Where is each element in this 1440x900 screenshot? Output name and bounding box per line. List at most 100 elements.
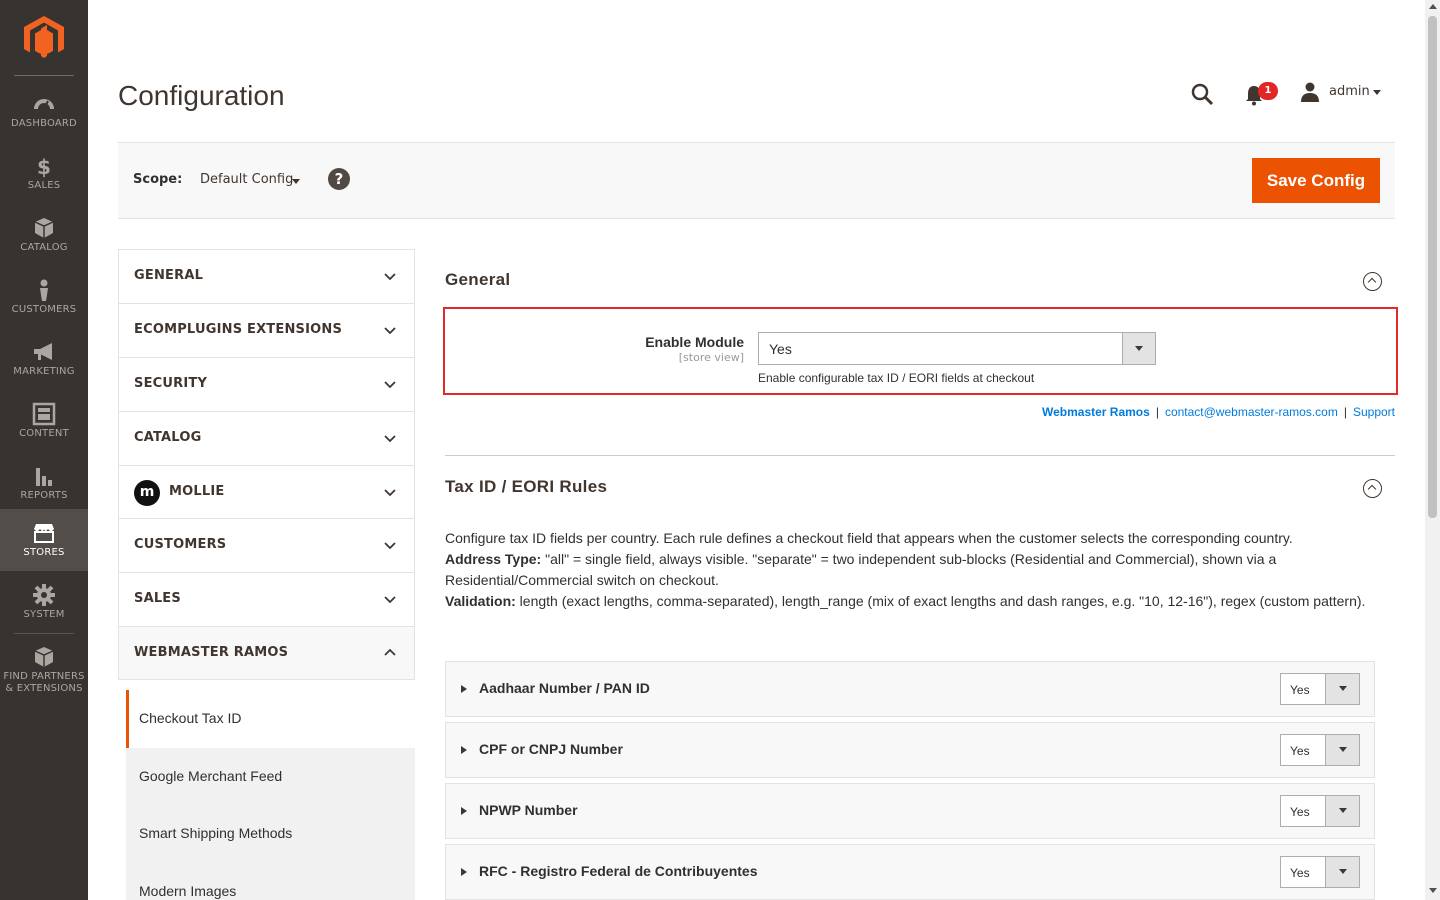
user-icon[interactable] (1300, 82, 1320, 102)
sub-nav-label: Checkout Tax ID (139, 710, 242, 726)
enable-module-select[interactable]: Yes (758, 332, 1156, 365)
sidebar-item-label: CONTENT (19, 428, 69, 439)
admin-sidebar: DASHBOARD $ SALES CATALOG CUSTOMERS MARK… (0, 0, 88, 900)
dashboard-icon (34, 99, 54, 110)
sidebar-item-label: CUSTOMERS (11, 304, 77, 315)
chevron-down-icon[interactable] (1373, 90, 1381, 95)
config-tab-customers[interactable]: CUSTOMERS (118, 518, 415, 572)
svg-text:$: $ (37, 155, 51, 178)
select-value: Yes (1290, 866, 1310, 880)
rule-title[interactable]: Aadhaar Number / PAN ID (479, 680, 650, 696)
expand-triangle-icon[interactable] (461, 868, 467, 876)
chevron-down-icon (384, 435, 396, 443)
sidebar-item-dashboard[interactable]: DASHBOARD (0, 80, 88, 142)
sub-nav-modern-images[interactable]: Modern Images (126, 863, 415, 900)
dropdown-arrow-icon (1325, 735, 1359, 765)
config-tab-general[interactable]: GENERAL (118, 249, 415, 303)
vendor-links: Webmaster Ramos | contact@webmaster-ramos.… (1042, 405, 1395, 419)
chevron-down-icon[interactable] (292, 179, 300, 184)
webmaster-ramos-sub-nav: Checkout Tax ID Google Merchant Feed Sma… (126, 690, 415, 900)
rule-row[interactable]: Aadhaar Number / PAN ID Yes (445, 661, 1375, 717)
sub-nav-checkout-tax-id[interactable]: Checkout Tax ID (126, 690, 415, 748)
config-tab-ecomplugins[interactable]: ECOMPLUGINS EXTENSIONS (118, 303, 415, 357)
sidebar-item-marketing[interactable]: MARKETING (0, 328, 88, 390)
rule-enable-select[interactable]: Yes (1280, 673, 1360, 705)
rule-title[interactable]: NPWP Number (479, 802, 578, 818)
rule-row[interactable]: CPF or CNPJ Number Yes (445, 722, 1375, 778)
sidebar-item-label: CATALOG (20, 242, 68, 253)
select-value: Yes (1290, 683, 1310, 697)
sidebar-item-stores[interactable]: STORES (0, 509, 88, 571)
help-icon[interactable]: ? (328, 168, 350, 190)
tab-label: CUSTOMERS (134, 537, 227, 552)
sub-nav-label: Google Merchant Feed (139, 768, 283, 784)
chevron-down-icon (384, 381, 396, 389)
chevron-up-icon (384, 648, 396, 656)
select-value: Yes (1290, 805, 1310, 819)
select-value: Yes (769, 341, 792, 357)
rule-title[interactable]: RFC - Registro Federal de Contribuyentes (479, 863, 757, 879)
tab-label: MOLLIE (169, 484, 225, 499)
config-tab-mollie[interactable]: m MOLLIE (118, 465, 415, 518)
tab-label: GENERAL (134, 268, 204, 283)
page-title: Configuration (118, 80, 285, 111)
select-value: Yes (1290, 744, 1310, 758)
email-link[interactable]: contact@webmaster-ramos.com (1165, 405, 1338, 419)
section-divider (445, 455, 1395, 456)
dropdown-arrow-icon (1122, 333, 1155, 364)
desc-text: "all" = single field, always visible. "s… (445, 551, 1277, 588)
rule-enable-select[interactable]: Yes (1280, 795, 1360, 827)
desc-text: Configure tax ID fields per country. Eac… (445, 530, 1293, 546)
field-note: Enable configurable tax ID / EORI fields… (758, 371, 1035, 385)
sidebar-item-customers[interactable]: CUSTOMERS (0, 266, 88, 328)
rule-enable-select[interactable]: Yes (1280, 856, 1360, 888)
link-separator: | (1343, 405, 1347, 419)
section-title-rules[interactable]: Tax ID / EORI Rules (445, 477, 607, 497)
sidebar-item-catalog[interactable]: CATALOG (0, 204, 88, 266)
sidebar-item-find-partners[interactable]: FIND PARTNERS & EXTENSIONS (0, 633, 88, 707)
magento-logo-icon[interactable] (24, 16, 64, 60)
save-config-button[interactable]: Save Config (1252, 158, 1380, 203)
vendor-link[interactable]: Webmaster Ramos (1042, 405, 1150, 419)
chevron-down-icon (384, 542, 396, 550)
config-tab-security[interactable]: SECURITY (118, 357, 415, 411)
expand-triangle-icon[interactable] (461, 807, 467, 815)
config-tab-sales[interactable]: SALES (118, 572, 415, 626)
scrollbar-thumb[interactable] (1428, 16, 1437, 518)
collapse-icon[interactable] (1363, 479, 1382, 498)
rule-enable-select[interactable]: Yes (1280, 734, 1360, 766)
sub-nav-label: Modern Images (139, 883, 237, 899)
rule-title[interactable]: CPF or CNPJ Number (479, 741, 623, 757)
config-tab-webmaster-ramos[interactable]: WEBMASTER RAMOS (118, 626, 415, 680)
sidebar-item-label: SALES (27, 180, 61, 191)
sidebar-item-system[interactable]: SYSTEM (0, 571, 88, 633)
sub-nav-smart-shipping-methods[interactable]: Smart Shipping Methods (126, 805, 415, 863)
config-nav: GENERAL ECOMPLUGINS EXTENSIONS SECURITY … (118, 249, 415, 680)
tab-label: SECURITY (134, 376, 208, 391)
sidebar-item-label: & EXTENSIONS (5, 683, 83, 694)
config-tab-catalog[interactable]: CATALOG (118, 411, 415, 465)
rule-row[interactable]: NPWP Number Yes (445, 783, 1375, 839)
section-title-general[interactable]: General (445, 270, 510, 290)
collapse-icon[interactable] (1363, 272, 1382, 291)
mollie-logo-icon: m (134, 480, 160, 506)
search-icon[interactable] (1190, 82, 1214, 106)
rule-row[interactable]: RFC - Registro Federal de Contribuyentes… (445, 844, 1375, 900)
admin-user-menu[interactable]: admin (1329, 84, 1370, 99)
support-link[interactable]: Support (1353, 405, 1395, 419)
notification-badge[interactable]: 1 (1258, 82, 1278, 100)
tab-label: CATALOG (134, 430, 202, 445)
sidebar-item-content[interactable]: CONTENT (0, 390, 88, 452)
expand-triangle-icon[interactable] (461, 685, 467, 693)
sidebar-item-label: FIND PARTNERS (3, 671, 85, 682)
scope-switcher[interactable]: Default Config (200, 172, 293, 187)
scroll-up-icon[interactable] (1429, 4, 1437, 9)
expand-triangle-icon[interactable] (461, 746, 467, 754)
rules-description: Configure tax ID fields per country. Eac… (445, 528, 1390, 612)
chevron-down-icon (384, 273, 396, 281)
scroll-down-icon[interactable] (1429, 888, 1437, 893)
page-scrollbar[interactable] (1425, 0, 1440, 900)
sidebar-item-reports[interactable]: REPORTS (0, 452, 88, 514)
sub-nav-google-merchant-feed[interactable]: Google Merchant Feed (126, 748, 415, 806)
sidebar-item-sales[interactable]: $ SALES (0, 142, 88, 204)
